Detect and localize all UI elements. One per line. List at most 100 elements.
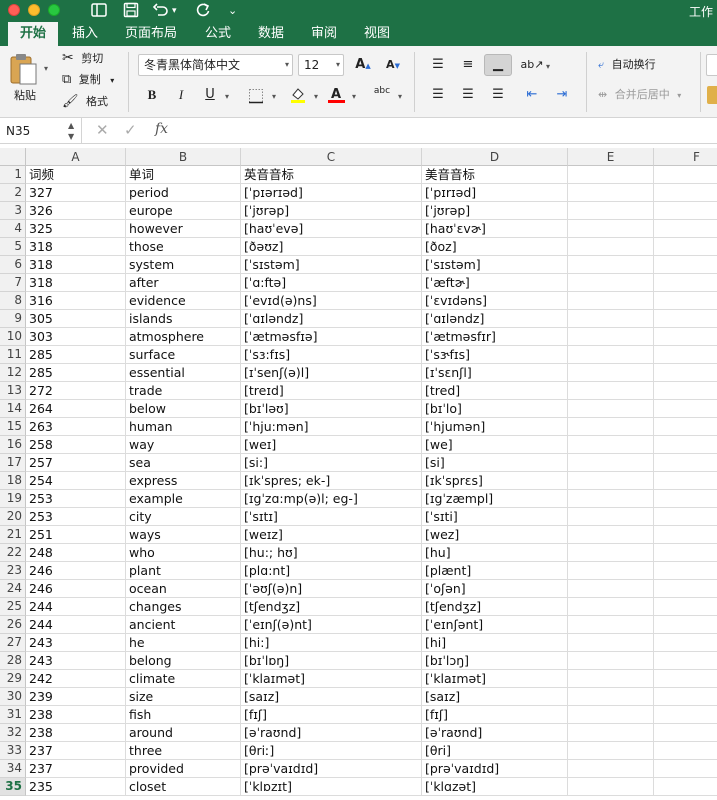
cell-b[interactable]: three	[126, 742, 241, 760]
row-header[interactable]: 34	[0, 760, 26, 778]
cancel-icon[interactable]: ✕	[96, 121, 109, 139]
cell-a[interactable]: 272	[26, 382, 126, 400]
window-close-button[interactable]	[8, 4, 20, 16]
cell-e[interactable]	[568, 184, 654, 202]
cell-b[interactable]: provided	[126, 760, 241, 778]
cell-f[interactable]	[654, 652, 717, 670]
cell-b[interactable]: express	[126, 472, 241, 490]
cell-a[interactable]: 242	[26, 670, 126, 688]
cell-c[interactable]: [ˈjʊrəp]	[241, 202, 422, 220]
cell-a[interactable]: 词频	[26, 166, 126, 184]
cell-b[interactable]: system	[126, 256, 241, 274]
cell-e[interactable]	[568, 382, 654, 400]
row-header[interactable]: 15	[0, 418, 26, 436]
font-color-button[interactable]: A	[324, 84, 348, 106]
name-box-stepper-icon[interactable]: ▲ ▼	[68, 120, 74, 142]
cell-c[interactable]: [ɪkˈspres; ek-]	[241, 472, 422, 490]
cell-c[interactable]: [ˈɑɪləndz]	[241, 310, 422, 328]
cell-e[interactable]	[568, 544, 654, 562]
cell-c[interactable]: [ˈpɪərɪəd]	[241, 184, 422, 202]
cell-a[interactable]: 244	[26, 616, 126, 634]
cell-c[interactable]: [ɪgˈzɑ:mp(ə)l; eg-]	[241, 490, 422, 508]
cell-e[interactable]	[568, 508, 654, 526]
align-left-button[interactable]: ☰	[424, 84, 452, 106]
cell-a[interactable]: 246	[26, 562, 126, 580]
row-header[interactable]: 11	[0, 346, 26, 364]
cell-f[interactable]	[654, 274, 717, 292]
cell-e[interactable]	[568, 760, 654, 778]
paste-dropdown-icon[interactable]: ▾	[44, 64, 48, 73]
row-header[interactable]: 16	[0, 436, 26, 454]
row-header[interactable]: 35	[0, 778, 26, 796]
cell-f[interactable]	[654, 238, 717, 256]
cell-e[interactable]	[568, 580, 654, 598]
cell-c[interactable]: [ˈsɪtɪ]	[241, 508, 422, 526]
cell-e[interactable]	[568, 328, 654, 346]
cell-c[interactable]: [ˈeɪnʃ(ə)nt]	[241, 616, 422, 634]
save-icon[interactable]	[122, 1, 140, 21]
tab-view[interactable]: 视图	[352, 22, 402, 46]
cell-c[interactable]: [haʊˈevə]	[241, 220, 422, 238]
row-header[interactable]: 26	[0, 616, 26, 634]
column-header-b[interactable]: B	[126, 148, 241, 166]
cell-e[interactable]	[568, 706, 654, 724]
row-header[interactable]: 17	[0, 454, 26, 472]
tab-page-layout[interactable]: 页面布局	[113, 22, 189, 46]
cell-d[interactable]: [ˈsɪti]	[422, 508, 568, 526]
cell-f[interactable]	[654, 742, 717, 760]
cell-d[interactable]: [θri]	[422, 742, 568, 760]
cell-f[interactable]	[654, 472, 717, 490]
cell-a[interactable]: 263	[26, 418, 126, 436]
cell-f[interactable]	[654, 310, 717, 328]
phonetic-guide-button[interactable]: abc	[368, 84, 396, 106]
cell-b[interactable]: way	[126, 436, 241, 454]
row-header[interactable]: 24	[0, 580, 26, 598]
copy-dropdown-icon[interactable]: ▾	[110, 76, 114, 85]
cell-c[interactable]: [fɪʃ]	[241, 706, 422, 724]
cell-f[interactable]	[654, 418, 717, 436]
cell-c[interactable]: [treɪd]	[241, 382, 422, 400]
cell-d[interactable]: [ˈjʊrəp]	[422, 202, 568, 220]
cell-b[interactable]: ancient	[126, 616, 241, 634]
cell-d[interactable]: [ˈɛvɪdəns]	[422, 292, 568, 310]
merge-center-button[interactable]: ⇹ 合并后居中 ▾	[598, 87, 681, 104]
cell-e[interactable]	[568, 220, 654, 238]
cell-a[interactable]: 264	[26, 400, 126, 418]
cell-b[interactable]: closet	[126, 778, 241, 796]
cell-c[interactable]: [θriː]	[241, 742, 422, 760]
cell-b[interactable]: those	[126, 238, 241, 256]
cell-a[interactable]: 243	[26, 652, 126, 670]
bold-button[interactable]: B	[140, 84, 164, 106]
cell-d[interactable]: [ˈæftɚ]	[422, 274, 568, 292]
cell-b[interactable]: changes	[126, 598, 241, 616]
cell-e[interactable]	[568, 670, 654, 688]
cell-e[interactable]	[568, 634, 654, 652]
cell-a[interactable]: 318	[26, 238, 126, 256]
cell-d[interactable]: [ˈætməsfɪr]	[422, 328, 568, 346]
row-header[interactable]: 21	[0, 526, 26, 544]
row-header[interactable]: 10	[0, 328, 26, 346]
cell-f[interactable]	[654, 616, 717, 634]
cell-e[interactable]	[568, 166, 654, 184]
cell-e[interactable]	[568, 562, 654, 580]
cell-a[interactable]: 244	[26, 598, 126, 616]
cell-d[interactable]: [ˈklaɪmət]	[422, 670, 568, 688]
cell-e[interactable]	[568, 202, 654, 220]
cell-d[interactable]: [əˈraʊnd]	[422, 724, 568, 742]
cell-b[interactable]: around	[126, 724, 241, 742]
tab-formulas[interactable]: 公式	[193, 22, 243, 46]
row-header[interactable]: 3	[0, 202, 26, 220]
cell-d[interactable]: [ˈɑɪləndz]	[422, 310, 568, 328]
row-header[interactable]: 7	[0, 274, 26, 292]
cell-f[interactable]	[654, 760, 717, 778]
cell-a[interactable]: 254	[26, 472, 126, 490]
cell-e[interactable]	[568, 364, 654, 382]
font-color-dropdown-icon[interactable]: ▾	[352, 92, 356, 101]
cell-d[interactable]: [ˈhjumən]	[422, 418, 568, 436]
column-header-c[interactable]: C	[241, 148, 422, 166]
cell-e[interactable]	[568, 778, 654, 796]
row-header[interactable]: 14	[0, 400, 26, 418]
cell-f[interactable]	[654, 778, 717, 796]
row-header[interactable]: 23	[0, 562, 26, 580]
font-name-select[interactable]: 冬青黑体简体中文 ▾	[138, 54, 293, 76]
